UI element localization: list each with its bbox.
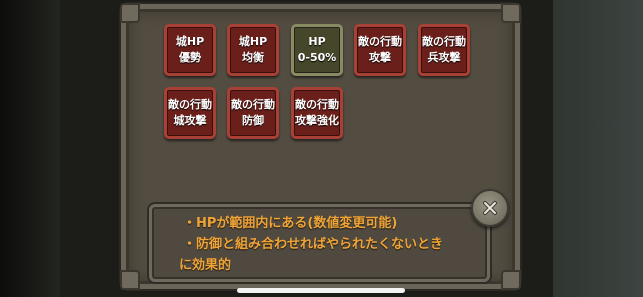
description-line: に効果的 (179, 258, 232, 273)
condition-castle-hp-balanced-button[interactable]: 城HP 均衡 (227, 24, 279, 76)
tag-label-line1: 敵の行動 (231, 98, 275, 111)
tag-label-line2: 優勢 (179, 51, 201, 64)
panel-corner-ornament (120, 3, 140, 23)
close-x-icon (483, 201, 497, 215)
condition-enemy-castle-attack-button[interactable]: 敵の行動 城攻撃 (164, 87, 216, 139)
condition-enemy-attack-button[interactable]: 敵の行動 攻撃 (354, 24, 406, 76)
panel-corner-ornament (120, 270, 140, 290)
tag-label-line2: 防御 (242, 114, 264, 127)
condition-enemy-troop-attack-button[interactable]: 敵の行動 兵攻撃 (418, 24, 470, 76)
background-left (0, 0, 60, 297)
tag-label-line1: 敵の行動 (358, 35, 402, 48)
tag-label-line2: 攻撃 (369, 51, 391, 64)
tag-label-line2: 兵攻撃 (427, 51, 461, 64)
description-line: ・防御と組み合わせればやられたくないとき (183, 237, 444, 252)
tag-label-line1: 敵の行動 (295, 98, 339, 111)
tag-label-line1: 城HP (238, 35, 268, 48)
close-button[interactable] (471, 189, 509, 227)
condition-castle-hp-advantage-button[interactable]: 城HP 優勢 (164, 24, 216, 76)
tag-label-line1: 敵の行動 (168, 98, 212, 111)
tag-label-line2: 攻撃強化 (295, 114, 339, 127)
description-line: ・HPが範囲内にある(数値変更可能) (183, 216, 398, 231)
tag-label-line2: 0-50% (297, 51, 337, 64)
tag-label-line2: 均衡 (242, 51, 264, 64)
condition-enemy-attack-boost-button[interactable]: 敵の行動 攻撃強化 (291, 87, 343, 139)
description-text: ・HPが範囲内にある(数値変更可能) ・防御と組み合わせればやられたくないとき … (179, 213, 483, 276)
panel-corner-ornament (501, 270, 521, 290)
tag-label-line2: 城攻撃 (173, 114, 207, 127)
tag-label-line1: 敵の行動 (422, 35, 466, 48)
condition-hp-range-button-selected[interactable]: HP 0-50% (291, 24, 343, 76)
condition-enemy-defense-button[interactable]: 敵の行動 防御 (227, 87, 279, 139)
background-right (553, 0, 643, 297)
tag-label-line1: HP (308, 35, 326, 48)
tag-label-line1: 城HP (175, 35, 205, 48)
panel-corner-ornament (501, 3, 521, 23)
home-indicator (237, 288, 405, 293)
